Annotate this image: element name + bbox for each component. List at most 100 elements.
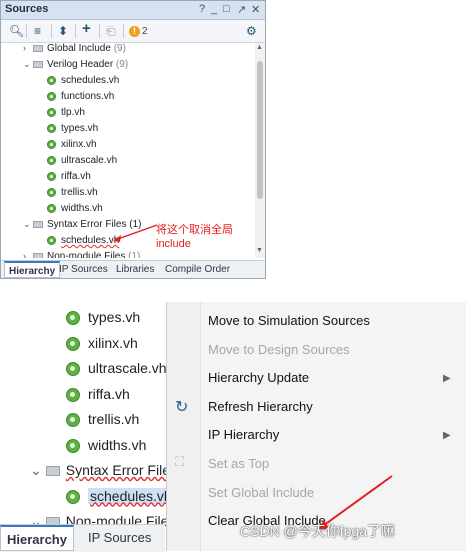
tree-file-row[interactable]: types.vh (66, 305, 140, 329)
verilog-header-icon (47, 139, 56, 149)
tree-item-label: Global Include (47, 43, 111, 54)
tree-item-label: widths.vh (61, 203, 103, 214)
help-icon[interactable]: ? (199, 3, 205, 15)
warning-icon: ! (129, 26, 140, 38)
tree-file-row[interactable]: widths.vh (66, 433, 146, 457)
tab-hierarchy[interactable]: Hierarchy (4, 261, 61, 278)
menu-item-move-to-design-sources[interactable]: Move to Design Sources (208, 337, 350, 363)
tree-item-label: xilinx.vh (61, 139, 97, 150)
item-count: (9) (113, 59, 129, 70)
tree-item-label: schedules.vh (88, 487, 174, 504)
scroll-up-icon[interactable]: ▲ (256, 44, 263, 51)
warnings-indicator[interactable]: ! 2 (129, 24, 148, 39)
zoomed-context-view: types.vh xilinx.vh ultrascale.vh riffa.vh tr… (0, 302, 466, 552)
collapse-arrow-icon[interactable]: ⌄ (30, 462, 42, 478)
scroll-down-icon[interactable]: ▼ (256, 247, 263, 254)
verilog-header-icon (66, 362, 80, 377)
verilog-header-icon (66, 413, 80, 428)
hierarchy-tabs-zoom: Hierarchy IP Sources (0, 524, 165, 552)
add-sources-icon[interactable]: + (82, 21, 91, 36)
collapse-arrow-icon[interactable]: ⌄ (23, 57, 32, 72)
tree-item-label: ultrascale.vh (61, 155, 118, 166)
menu-item-move-to-simulation-sources[interactable]: Move to Simulation Sources (208, 308, 370, 334)
tree-file-row[interactable]: types.vh (47, 121, 98, 136)
submenu-arrow-icon: ▶ (443, 430, 451, 442)
tree-file-row[interactable]: functions.vh (47, 89, 114, 104)
annotation-text: 将这个取消全局 include (156, 224, 233, 250)
menu-item-hierarchy-update[interactable]: Hierarchy Update (208, 365, 309, 391)
menu-item-ip-hierarchy[interactable]: IP Hierarchy (208, 422, 279, 448)
folder-icon (33, 44, 43, 52)
scrollbar-thumb[interactable] (257, 61, 263, 199)
tree-folder-row[interactable]: ⌄ Syntax Error Files (30, 458, 177, 482)
verilog-header-icon (66, 438, 80, 453)
tree-folder-row[interactable]: ⌄ Verilog Header (9) (23, 57, 128, 72)
tree-item-label: tlp.vh (61, 107, 85, 118)
folder-icon (33, 220, 43, 228)
sources-titlebar: Sources ? _ □ ↗ ✕ (1, 1, 265, 20)
menu-item-refresh-hierarchy[interactable]: Refresh Hierarchy (208, 394, 313, 420)
maximize-icon[interactable]: □ (223, 3, 230, 15)
tree-file-row[interactable]: schedules.vh (66, 484, 174, 508)
tree-file-row[interactable]: tlp.vh (47, 105, 85, 120)
tree-item-label: widths.vh (88, 436, 147, 453)
expand-all-icon[interactable]: ⬍ (58, 24, 68, 38)
tree-item-label: Verilog Header (47, 59, 114, 70)
tree-item-label: ultrascale.vh (88, 360, 167, 376)
tree-item-label: Syntax Error Files (65, 462, 177, 478)
panel-title: Sources (5, 3, 49, 15)
tree-item-label: schedules.vh (61, 75, 120, 86)
tree-file-row[interactable]: riffa.vh (66, 382, 130, 406)
tab-hierarchy[interactable]: Hierarchy (0, 525, 74, 551)
menu-item-set-global-include[interactable]: Set Global Include (208, 480, 314, 506)
expand-arrow-icon[interactable]: › (23, 43, 32, 56)
verilog-header-icon (66, 387, 80, 402)
tab-ip-sources[interactable]: IP Sources (59, 264, 108, 275)
tree-file-row[interactable]: xilinx.vh (47, 137, 97, 152)
collapse-arrow-icon[interactable]: ⌄ (23, 217, 32, 232)
verilog-header-icon (47, 235, 56, 245)
menu-item-set-as-top[interactable]: Set as Top (208, 451, 269, 477)
search-icon[interactable]: 🔍︎ (9, 24, 24, 38)
verilog-header-icon (47, 155, 56, 165)
verilog-header-icon (47, 91, 56, 101)
expand-arrow-icon[interactable]: › (23, 249, 32, 258)
tree-item-label: riffa.vh (88, 385, 130, 402)
folder-icon (33, 60, 43, 68)
tree-file-row[interactable]: trellis.vh (66, 407, 139, 431)
float-icon[interactable]: ↗ (237, 3, 246, 16)
collapse-all-icon[interactable]: ≡ (34, 24, 41, 38)
watermark: CSDN @今天你fpga了嘛 (240, 523, 396, 539)
tree-item-label: types.vh (88, 309, 141, 325)
tab-compile-order[interactable]: Compile Order (165, 264, 230, 275)
properties-icon[interactable]: ⎗ (106, 24, 116, 38)
menu-icon-gutter (167, 302, 201, 551)
folder-icon (33, 252, 43, 258)
tree-item-label: trellis.vh (61, 187, 98, 198)
settings-gear-icon[interactable]: ⚙ (246, 24, 257, 38)
verilog-header-icon (47, 107, 56, 117)
tree-folder-row[interactable]: › Global Include (9) (23, 43, 126, 56)
tree-item-label: functions.vh (61, 91, 115, 102)
vertical-scrollbar[interactable]: ▲ ▼ (255, 43, 265, 258)
tree-file-row[interactable]: trellis.vh (47, 185, 98, 200)
tree-item-label: trellis.vh (88, 411, 140, 427)
hierarchy-tree-zoom: types.vh xilinx.vh ultrascale.vh riffa.vh tr… (0, 302, 177, 552)
tree-file-row[interactable]: xilinx.vh (66, 331, 138, 355)
verilog-header-icon (47, 123, 56, 133)
tree-file-row[interactable]: schedules.vh (47, 73, 119, 88)
sources-tabs: Hierarchy IP Sources Libraries Compile Orde… (1, 260, 265, 278)
close-icon[interactable]: ✕ (251, 3, 260, 16)
hierarchy-icon: ⛶ (175, 454, 185, 469)
tree-file-row[interactable]: riffa.vh (47, 169, 91, 184)
tab-libraries[interactable]: Libraries (116, 264, 154, 275)
minimize-icon[interactable]: _ (211, 3, 217, 15)
tab-ip-sources[interactable]: IP Sources (88, 530, 151, 545)
tree-file-row[interactable]: ultrascale.vh (47, 153, 117, 168)
submenu-arrow-icon: ▶ (443, 373, 451, 385)
tree-file-row[interactable]: widths.vh (47, 201, 103, 216)
verilog-header-icon (47, 75, 56, 85)
tree-file-row[interactable]: ultrascale.vh (66, 356, 167, 380)
tree-item-label: types.vh (61, 123, 99, 134)
verilog-header-icon (47, 171, 56, 181)
